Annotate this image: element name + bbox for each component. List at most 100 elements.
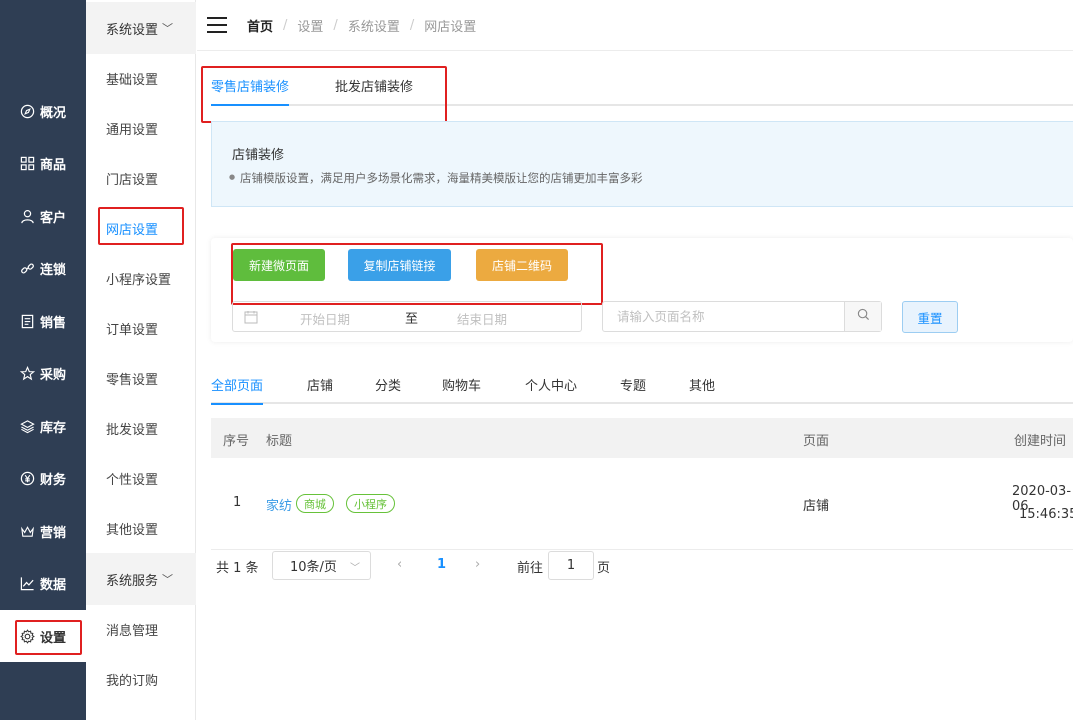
submenu-group-label: 系统设置 — [106, 22, 159, 38]
gear-icon — [20, 628, 36, 644]
breadcrumb-separator: / — [409, 17, 415, 33]
reset-button[interactable]: 重置 — [902, 301, 958, 333]
submenu-item[interactable]: 我的订购 — [86, 654, 196, 704]
store-qrcode-button[interactable]: 店铺二维码 — [476, 249, 568, 281]
submenu-item[interactable]: 个性设置 — [86, 453, 196, 503]
nav-item-inventory[interactable]: 库存 — [0, 400, 86, 452]
top-bar: 首页 / 设置 / 系统设置 / 网店设置 — [197, 0, 1073, 51]
nav-item-label: 设置 — [39, 630, 66, 646]
info-notice: 店铺装修 店铺模版设置，满足用户多场景化需求，海量精美模版让您的店铺更加丰富多彩 — [211, 121, 1073, 207]
chevron-down-icon: ﹀ — [162, 22, 174, 35]
nav-item-label: 财务 — [39, 472, 66, 488]
breadcrumb-current: 网店设置 — [424, 19, 477, 35]
prev-page-icon[interactable]: ‹ — [397, 557, 402, 572]
nav-item-products[interactable]: 商品 — [0, 137, 86, 189]
submenu-item[interactable]: 批发设置 — [86, 403, 196, 453]
link-icon — [20, 260, 36, 276]
nav-item-settings[interactable]: 设置 — [0, 610, 86, 662]
submenu-item[interactable]: 通用设置 — [86, 103, 196, 153]
next-page-icon[interactable]: › — [475, 557, 480, 572]
submenu-group-system-settings[interactable]: 系统设置 ﹀ — [86, 2, 196, 54]
page-number-current[interactable]: 1 — [437, 557, 446, 572]
start-date-input[interactable]: 开始日期 — [300, 309, 350, 328]
chart-icon — [20, 575, 36, 591]
submenu-item-active[interactable]: 网店设置 — [86, 203, 196, 253]
tab-topic[interactable]: 专题 — [620, 375, 646, 403]
end-date-input[interactable]: 结束日期 — [457, 309, 507, 328]
submenu-group-system-services[interactable]: 系统服务 ﹀ — [86, 553, 196, 605]
tab-retail-decoration[interactable]: 零售店铺装修 — [211, 76, 290, 106]
breadcrumb-separator: / — [333, 17, 338, 33]
goto-page-value: 1 — [566, 558, 576, 573]
tag-mall: 商城 — [296, 494, 334, 513]
goto-suffix: 页 — [597, 561, 611, 576]
nav-item-chain[interactable]: 连锁 — [0, 242, 86, 294]
chevron-down-icon: ﹀ — [350, 563, 360, 574]
nav-item-label: 营销 — [39, 525, 66, 541]
row-title-link[interactable]: 家纺 — [266, 495, 292, 514]
nav-item-label: 数据 — [39, 577, 66, 593]
tab-wholesale-decoration[interactable]: 批发店铺装修 — [335, 76, 413, 104]
yen-icon — [20, 470, 36, 486]
nav-item-label: 采购 — [39, 367, 66, 383]
grid-icon — [20, 155, 36, 171]
table-row: 1 家纺 商城 小程序 店铺 2020-03-06 15:46:35 — [211, 458, 1073, 550]
layers-icon — [20, 418, 36, 434]
notice-text: 店铺模版设置，满足用户多场景化需求，海量精美模版让您的店铺更加丰富多彩 — [229, 170, 642, 186]
total-count: 共 1 条 — [216, 561, 259, 576]
nav-item-finance[interactable]: 财务 — [0, 452, 86, 504]
row-created-time: 15:46:35 — [1019, 507, 1073, 522]
chevron-down-icon: ﹀ — [162, 573, 174, 586]
breadcrumb-separator: / — [283, 17, 288, 33]
crown-icon — [20, 523, 36, 539]
tag-miniprogram: 小程序 — [346, 494, 395, 513]
submenu-item[interactable]: 小程序设置 — [86, 253, 196, 303]
tab-cart[interactable]: 购物车 — [442, 375, 481, 403]
pagination: 共 1 条 10条/页 ﹀ ‹ 1 › 前往 1 页 — [211, 551, 1073, 581]
submenu-item[interactable]: 订单设置 — [86, 303, 196, 353]
search-button[interactable] — [844, 302, 881, 331]
tab-other[interactable]: 其他 — [689, 375, 715, 403]
column-header-created: 创建时间 — [1014, 434, 1067, 449]
tab-all-pages[interactable]: 全部页面 — [211, 375, 264, 405]
submenu-item[interactable]: 门店设置 — [86, 153, 196, 203]
submenu-item[interactable]: 零售设置 — [86, 353, 196, 403]
star-icon — [20, 365, 36, 381]
page-size-value: 10条/页 — [290, 560, 337, 575]
tab-profile[interactable]: 个人中心 — [525, 375, 577, 403]
date-range-picker[interactable]: 开始日期 至 结束日期 — [232, 301, 582, 332]
tab-category[interactable]: 分类 — [375, 375, 401, 403]
submenu-group-label: 系统服务 — [106, 573, 159, 589]
menu-toggle-icon[interactable] — [207, 17, 227, 33]
nav-item-label: 库存 — [39, 420, 66, 436]
page-name-input[interactable] — [603, 302, 845, 331]
nav-item-data[interactable]: 数据 — [0, 557, 86, 609]
submenu-item[interactable]: 其他设置 — [86, 503, 196, 553]
goto-label: 前往 — [517, 561, 544, 576]
nav-item-purchase[interactable]: 采购 — [0, 347, 86, 399]
nav-item-customers[interactable]: 客户 — [0, 190, 86, 242]
nav-item-marketing[interactable]: 营销 — [0, 505, 86, 557]
nav-item-label: 连锁 — [39, 262, 66, 278]
copy-store-link-button[interactable]: 复制店铺链接 — [348, 249, 451, 281]
compass-icon — [20, 103, 36, 119]
column-header-title: 标题 — [266, 434, 293, 449]
store-decoration-tabs: 零售店铺装修 批发店铺装修 — [211, 68, 1073, 106]
submenu-item[interactable]: 基础设置 — [86, 53, 196, 103]
submenu-item[interactable]: 消息管理 — [86, 604, 196, 654]
page-size-select[interactable]: 10条/页 ﹀ — [272, 551, 371, 580]
settings-submenu: 系统设置 ﹀ 基础设置 通用设置 门店设置 网店设置 小程序设置 订单设置 零售设… — [86, 0, 196, 720]
date-separator: 至 — [405, 312, 419, 327]
goto-page-input[interactable]: 1 — [548, 551, 594, 580]
nav-item-sales[interactable]: 销售 — [0, 295, 86, 347]
breadcrumb-home[interactable]: 首页 — [247, 16, 273, 35]
breadcrumb-item[interactable]: 系统设置 — [348, 16, 400, 35]
column-header-index: 序号 — [223, 434, 250, 449]
user-icon — [20, 208, 36, 224]
breadcrumb-item[interactable]: 设置 — [297, 16, 323, 35]
row-index: 1 — [233, 495, 242, 510]
nav-item-overview[interactable]: 概况 — [0, 85, 86, 137]
nav-item-label: 销售 — [39, 315, 66, 331]
new-micro-page-button[interactable]: 新建微页面 — [233, 249, 325, 281]
tab-store[interactable]: 店铺 — [307, 375, 333, 403]
